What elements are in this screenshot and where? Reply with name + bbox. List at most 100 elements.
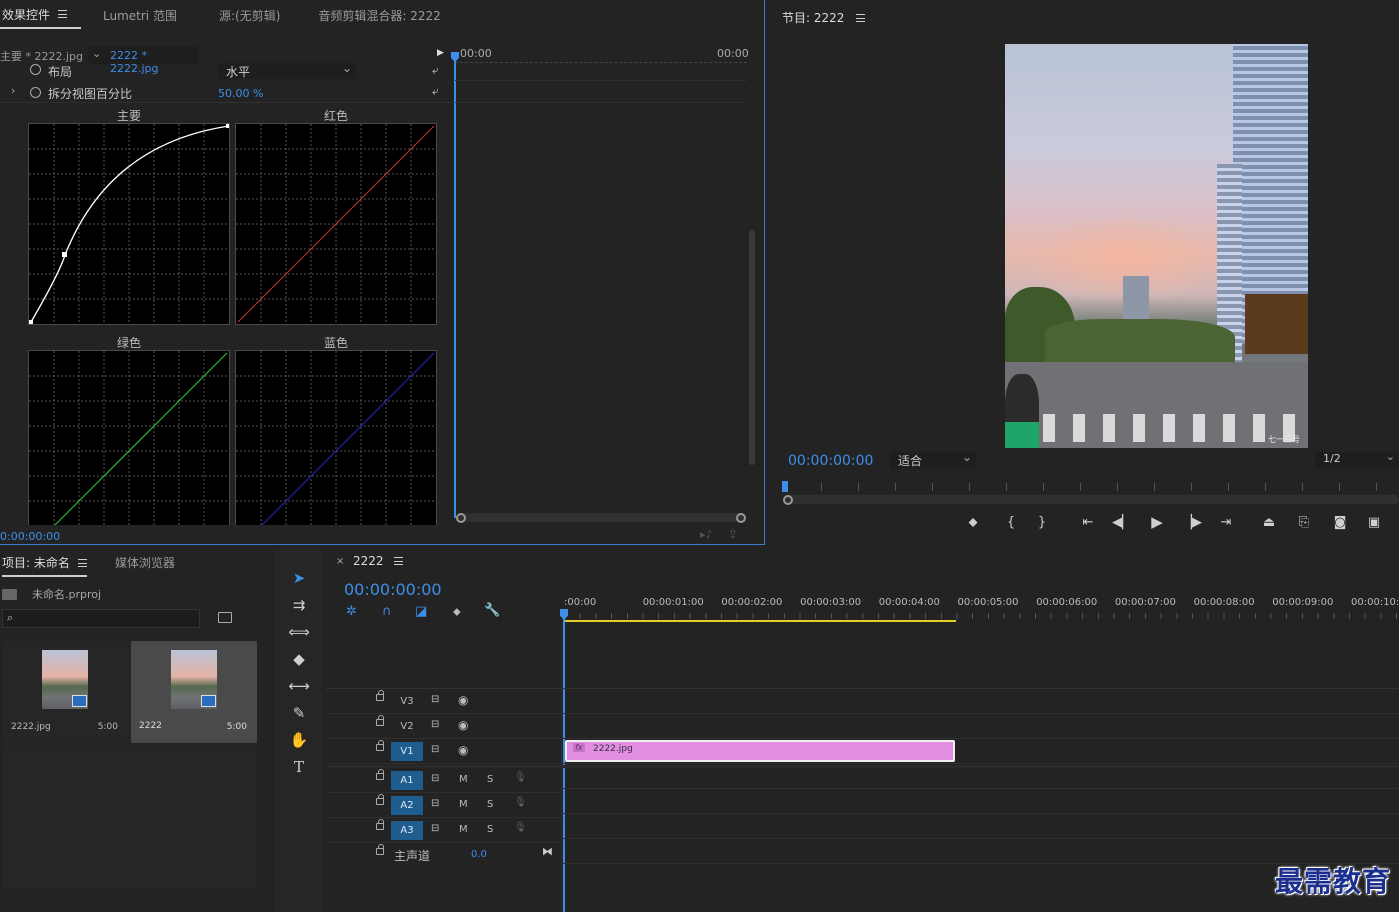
reset-icon[interactable]: ⤶ [432, 63, 439, 78]
snap-icon[interactable]: ∩ [382, 604, 392, 619]
sync-lock-icon[interactable]: ⊟ [431, 694, 439, 705]
mini-playhead[interactable] [454, 52, 456, 518]
program-scroll-handle[interactable] [783, 495, 793, 505]
mute-button[interactable]: M [459, 774, 468, 785]
program-timecode[interactable]: 00:00:00:00 [788, 453, 873, 469]
add-marker-icon[interactable]: ⬥ [963, 515, 983, 530]
master-go-to-end-icon[interactable]: ⧓ [542, 845, 553, 858]
master-curve-graph[interactable] [28, 123, 230, 325]
track-name[interactable]: V2 [391, 717, 423, 736]
step-forward-icon[interactable]: ▕▶ [1182, 515, 1202, 530]
export-icon[interactable]: ⇪ [728, 527, 738, 541]
split-percent-value[interactable]: 50.00 % [218, 87, 263, 100]
hand-tool-icon[interactable]: ✋ [288, 729, 310, 751]
resolution-dropdown[interactable]: 1/2 ⌄ [1315, 450, 1399, 469]
go-to-out-icon[interactable]: ⇥ [1216, 515, 1236, 530]
search-input[interactable]: ⌕ [2, 609, 200, 628]
panel-menu-icon[interactable] [77, 559, 87, 567]
mark-out-icon[interactable]: } [1032, 515, 1052, 530]
step-back-icon[interactable]: ◀▏ [1112, 515, 1132, 530]
track-v2[interactable]: V2 ⊟ ◉ [328, 714, 562, 739]
tab-media-browser[interactable]: 媒体浏览器 [115, 554, 175, 571]
lock-icon[interactable] [376, 794, 384, 805]
track-v1[interactable]: V1 ⊟ ◉ [328, 739, 562, 764]
comparison-view-icon[interactable]: ▣ [1364, 515, 1384, 530]
work-area-bar[interactable] [564, 620, 956, 622]
effect-controls-timecode[interactable]: 0:00:00:00 [0, 530, 60, 543]
solo-button[interactable]: S [487, 799, 493, 810]
sync-lock-icon[interactable]: ⊟ [431, 773, 439, 784]
track-name[interactable]: V3 [391, 692, 423, 711]
tab-source[interactable]: 源:(无剪辑) [191, 0, 294, 30]
horizontal-scrollbar[interactable] [458, 513, 744, 522]
lock-icon[interactable] [376, 844, 384, 855]
track-name[interactable]: A3 [391, 821, 423, 840]
microphone-icon[interactable]: 🎙 [514, 772, 527, 783]
microphone-icon[interactable]: 🎙 [514, 822, 527, 833]
clip-selector[interactable]: ⌄ 2222 * 2222.jpg [88, 46, 198, 75]
sync-lock-icon[interactable]: ⊟ [431, 823, 439, 834]
project-item-image[interactable]: 2222.jpg 5:00 [2, 641, 129, 743]
tab-effect-controls[interactable]: 效果控件 [0, 1, 82, 29]
selection-tool-icon[interactable]: ➤ [288, 567, 310, 589]
sync-lock-icon[interactable]: ⊟ [431, 744, 439, 755]
razor-tool-icon[interactable]: ◆ [288, 648, 310, 670]
eye-icon[interactable]: ◉ [458, 743, 468, 757]
timeline-timecode[interactable]: 00:00:00:00 [344, 580, 442, 599]
program-monitor-title[interactable]: 节目: 2222 [782, 9, 866, 26]
curve-control-point[interactable] [62, 252, 67, 257]
fit-dropdown[interactable]: 适合 ⌄ [890, 450, 976, 469]
lock-icon[interactable] [376, 769, 384, 780]
camera-icon[interactable]: ◙ [1330, 515, 1350, 530]
mini-playhead-head[interactable] [451, 52, 459, 62]
panel-menu-icon[interactable] [58, 10, 68, 18]
settings-wrench-icon[interactable]: 🔧 [484, 603, 500, 618]
project-item-sequence[interactable]: 2222 5:00 [131, 641, 257, 743]
tab-project[interactable]: 项目: 未命名 [2, 554, 87, 577]
lock-icon[interactable] [376, 819, 384, 830]
mark-in-icon[interactable]: { [1001, 515, 1021, 530]
green-curve-graph[interactable] [28, 350, 230, 525]
solo-button[interactable]: S [487, 774, 493, 785]
lock-icon[interactable] [376, 690, 384, 701]
lock-icon[interactable] [376, 715, 384, 726]
microphone-icon[interactable]: 🎙 [514, 797, 527, 808]
play-icon[interactable]: ▶ [1147, 513, 1167, 531]
slip-tool-icon[interactable]: ⟷ [288, 675, 310, 697]
new-bin-icon[interactable] [218, 612, 232, 623]
master-volume-value[interactable]: 0.0 [471, 849, 487, 860]
reset-circle-icon[interactable] [30, 64, 41, 75]
track-select-tool-icon[interactable]: ⇉ [288, 594, 310, 616]
eye-icon[interactable]: ◉ [458, 718, 468, 732]
sync-lock-icon[interactable]: ⊟ [431, 798, 439, 809]
curve-control-point[interactable] [226, 124, 229, 128]
tab-lumetri-scopes[interactable]: Lumetri 范围 [81, 0, 191, 30]
program-ruler[interactable] [784, 483, 1399, 491]
linked-selection-icon[interactable]: ◪ [415, 604, 427, 619]
track-a3[interactable]: A3 ⊟ M S 🎙 [328, 818, 562, 843]
nest-icon[interactable]: ✲ [346, 604, 357, 619]
curve-control-point[interactable] [29, 320, 33, 324]
scroll-handle-right[interactable] [736, 513, 746, 523]
solo-button[interactable]: S [487, 824, 493, 835]
reset-icon[interactable]: ⤶ [432, 84, 439, 99]
blue-curve-graph[interactable] [235, 350, 437, 525]
scroll-handle-left[interactable] [456, 513, 466, 523]
timeline-tab[interactable]: 2222 [353, 554, 403, 568]
track-v3[interactable]: V3 ⊟ ◉ [328, 689, 562, 714]
type-tool-icon[interactable]: T [288, 756, 310, 778]
lift-icon[interactable]: ⏏ [1259, 515, 1279, 530]
red-curve-graph[interactable] [235, 123, 437, 325]
mute-button[interactable]: M [459, 799, 468, 810]
tab-audio-clip-mixer[interactable]: 音频剪辑混合器: 2222 [294, 0, 454, 30]
lock-icon[interactable] [376, 740, 384, 751]
close-icon[interactable]: × [336, 556, 344, 567]
track-name[interactable]: A1 [391, 771, 423, 790]
audio-icon[interactable]: ▸♪ [700, 528, 713, 541]
panel-menu-icon[interactable] [393, 557, 403, 565]
video-preview[interactable]: 七一三号 [1005, 44, 1308, 448]
timeline-clip[interactable]: fx 2222.jpg [565, 740, 955, 762]
play-triangle-icon[interactable]: ▶ [437, 48, 444, 58]
track-name[interactable]: A2 [391, 796, 423, 815]
eye-icon[interactable]: ◉ [458, 693, 468, 707]
